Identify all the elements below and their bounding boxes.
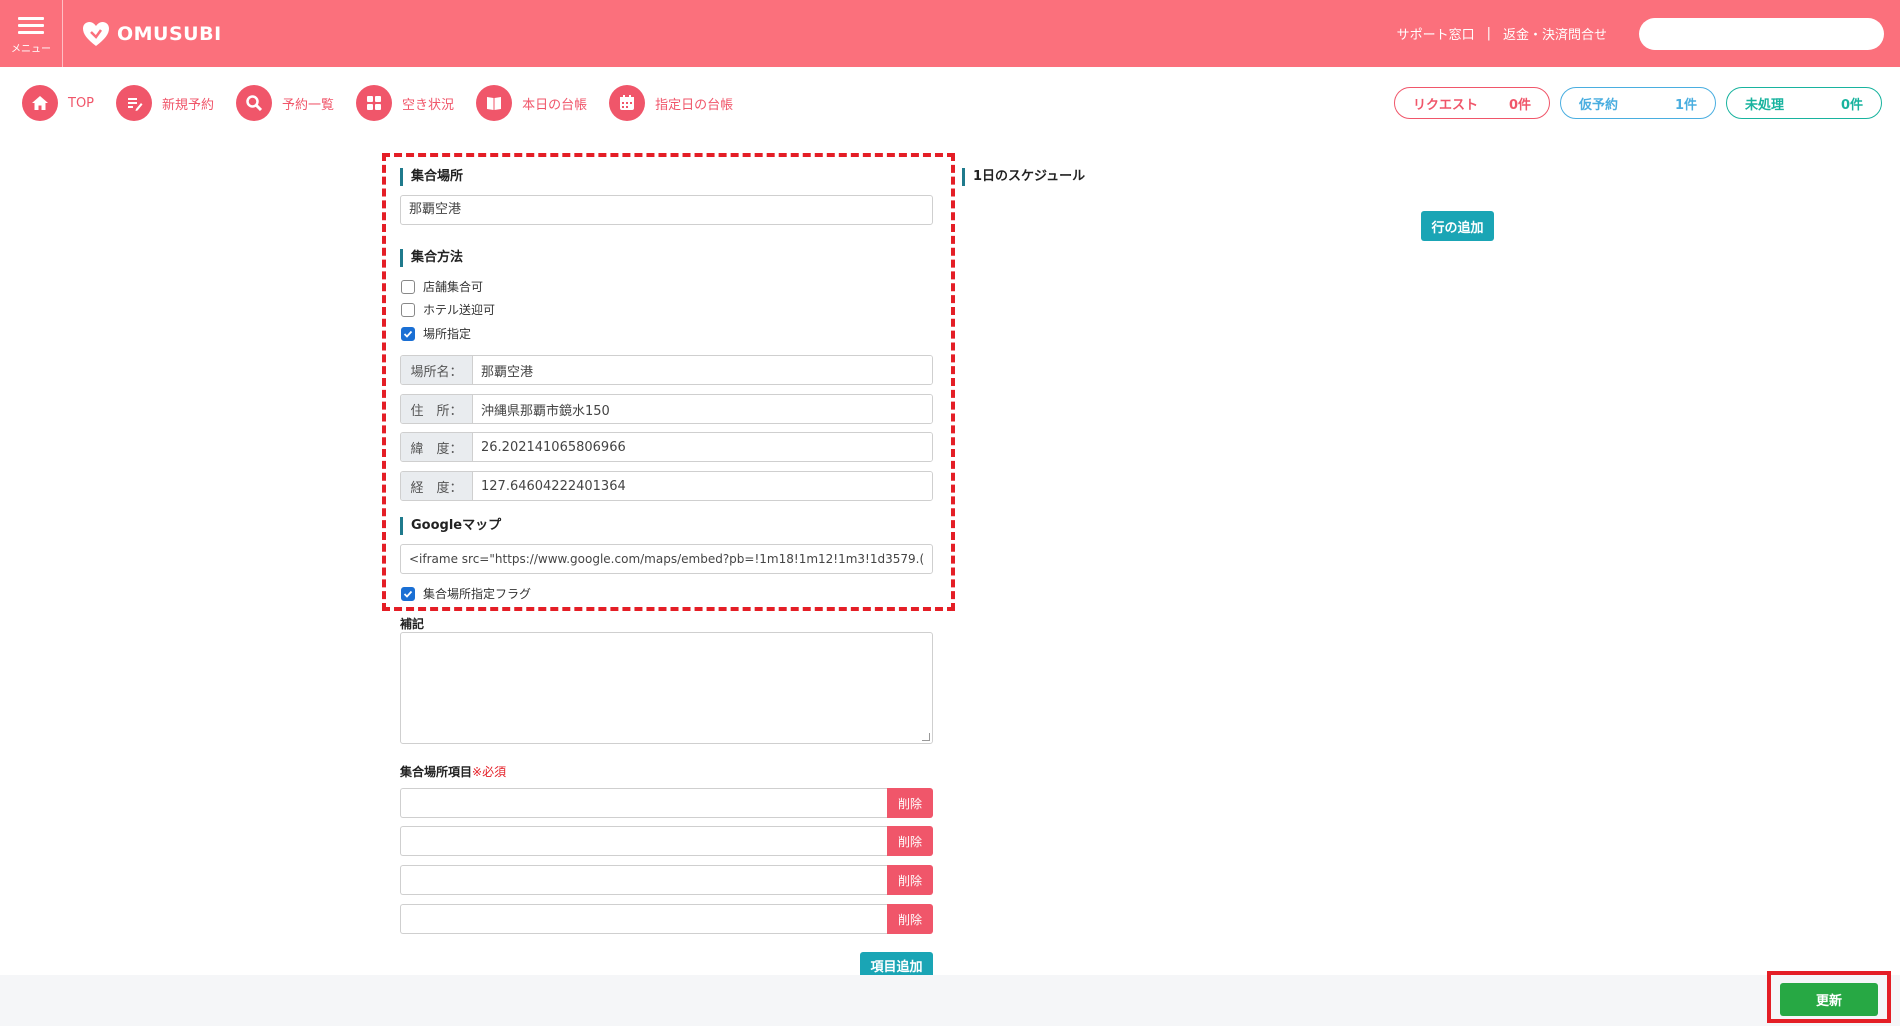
search-icon [236, 85, 273, 121]
nav-reservation-list[interactable]: 予約一覧 [236, 85, 334, 121]
checkmark-icon [403, 330, 413, 338]
google-map-title: Googleマップ [400, 517, 501, 535]
meeting-item-row: 削除 [400, 826, 933, 856]
meeting-items-title: 集合場所項目 [400, 765, 473, 779]
status-pills: リクエスト 0件 仮予約 1件 未処理 0件 [1384, 87, 1882, 119]
location-specified-checkbox[interactable] [401, 326, 415, 341]
calendar-icon [609, 85, 646, 121]
top-header: メニュー OMUSUBI サポート窓口 | 返金・決済問合せ [0, 0, 1900, 67]
store-meeting-label: 店舗集合可 [423, 280, 484, 294]
nav-new-reservation[interactable]: 新規予約 [116, 85, 214, 121]
nav-top-label: TOP [68, 95, 95, 111]
delete-item-button[interactable]: 削除 [887, 904, 933, 934]
latitude-input[interactable]: 26.202141065806966 [473, 433, 932, 461]
grid-icon [356, 85, 393, 121]
store-meeting-option[interactable]: 店舗集合可 [401, 278, 483, 295]
meeting-method-title: 集合方法 [400, 249, 463, 267]
hotel-pickup-checkbox[interactable] [401, 302, 415, 317]
checkmark-icon [403, 590, 413, 598]
notes-label: 補記 [400, 617, 425, 631]
location-specified-label: 場所指定 [423, 327, 472, 341]
address-field: 住 所： 沖縄県那覇市鏡水150 [400, 394, 933, 424]
header-search-input[interactable] [1639, 17, 1884, 50]
meeting-item-row: 削除 [400, 788, 933, 818]
hamburger-icon [18, 13, 44, 38]
footer-bar [0, 975, 1900, 1026]
place-name-input[interactable]: 那覇空港 [473, 356, 932, 384]
menu-label: メニュー [11, 43, 51, 55]
unprocessed-count: 0件 [1840, 97, 1863, 113]
header-separator: | [1486, 26, 1491, 41]
notes-textarea[interactable] [400, 632, 933, 744]
address-input[interactable]: 沖縄県那覇市鏡水150 [473, 395, 932, 423]
longitude-label: 経 度： [401, 472, 473, 500]
nav-availability[interactable]: 空き状況 [356, 85, 454, 121]
meeting-item-input[interactable] [400, 826, 887, 856]
unprocessed-label: 未処理 [1745, 97, 1785, 113]
meeting-place-flag-label: 集合場所指定フラグ [423, 587, 532, 601]
meeting-place-title: 集合場所 [400, 168, 463, 186]
latitude-label: 緯 度： [401, 433, 473, 461]
meeting-place-flag-option[interactable]: 集合場所指定フラグ [401, 585, 531, 602]
delete-item-button[interactable]: 削除 [887, 865, 933, 895]
schedule-title: 1日のスケジュール [962, 168, 1085, 186]
tentative-label: 仮予約 [1579, 97, 1619, 113]
nav-top[interactable]: TOP [22, 85, 94, 121]
resize-grip-icon[interactable] [922, 733, 930, 741]
address-label: 住 所： [401, 395, 473, 423]
nav-reservation-list-label: 予約一覧 [282, 97, 335, 113]
nav-today-ledger-label: 本日の台帳 [522, 97, 588, 113]
update-button[interactable]: 更新 [1780, 983, 1878, 1016]
store-meeting-checkbox[interactable] [401, 279, 415, 294]
location-specified-option[interactable]: 場所指定 [401, 325, 471, 342]
nav-today-ledger[interactable]: 本日の台帳 [476, 85, 587, 121]
meeting-item-input[interactable] [400, 788, 887, 818]
hotel-pickup-label: ホテル送迎可 [423, 303, 496, 317]
meeting-item-input[interactable] [400, 865, 887, 895]
logo-text: OMUSUBI [117, 22, 222, 45]
longitude-field: 経 度： 127.64604222401364 [400, 471, 933, 501]
nav-new-reservation-label: 新規予約 [162, 97, 215, 113]
google-map-embed-input[interactable]: <iframe src="https://www.google.com/maps… [400, 544, 933, 574]
meeting-item-input[interactable] [400, 904, 887, 934]
app-logo[interactable]: OMUSUBI [81, 20, 222, 48]
edit-icon [116, 85, 153, 121]
main-nav: TOP 新規予約 予約一覧 空き状況 本日の台帳 指定日の台帳 リクエスト 0件 [0, 67, 1900, 139]
request-count: 0件 [1508, 97, 1531, 113]
meeting-item-row: 削除 [400, 904, 933, 934]
nav-availability-label: 空き状況 [402, 97, 455, 113]
tentative-count: 1件 [1674, 97, 1697, 113]
menu-button[interactable]: メニュー [0, 0, 63, 67]
heart-logo-icon [83, 21, 109, 46]
request-label: リクエスト [1413, 97, 1479, 113]
required-mark: ※必須 [472, 765, 507, 779]
refund-inquiry-link[interactable]: 返金・決済問合せ [1503, 24, 1607, 43]
hotel-pickup-option[interactable]: ホテル送迎可 [401, 301, 495, 318]
request-status-button[interactable]: リクエスト 0件 [1394, 87, 1550, 119]
delete-item-button[interactable]: 削除 [887, 788, 933, 818]
unprocessed-status-button[interactable]: 未処理 0件 [1726, 87, 1882, 119]
home-icon [22, 85, 58, 121]
add-row-button[interactable]: 行の追加 [1421, 211, 1494, 241]
book-icon [476, 85, 513, 121]
delete-item-button[interactable]: 削除 [887, 826, 933, 856]
meeting-items-label: 集合場所項目※必須 [400, 763, 506, 780]
tentative-status-button[interactable]: 仮予約 1件 [1560, 87, 1716, 119]
header-links: サポート窓口 | 返金・決済問合せ [1397, 0, 1884, 67]
meeting-place-input[interactable]: 那覇空港 [400, 195, 933, 225]
latitude-field: 緯 度： 26.202141065806966 [400, 432, 933, 462]
place-name-label: 場所名： [401, 356, 473, 384]
place-name-field: 場所名： 那覇空港 [400, 355, 933, 385]
longitude-input[interactable]: 127.64604222401364 [473, 472, 932, 500]
support-link[interactable]: サポート窓口 [1397, 24, 1475, 43]
nav-date-ledger-label: 指定日の台帳 [655, 97, 734, 113]
meeting-item-row: 削除 [400, 865, 933, 895]
meeting-place-flag-checkbox[interactable] [401, 586, 415, 601]
nav-date-ledger[interactable]: 指定日の台帳 [609, 85, 733, 121]
